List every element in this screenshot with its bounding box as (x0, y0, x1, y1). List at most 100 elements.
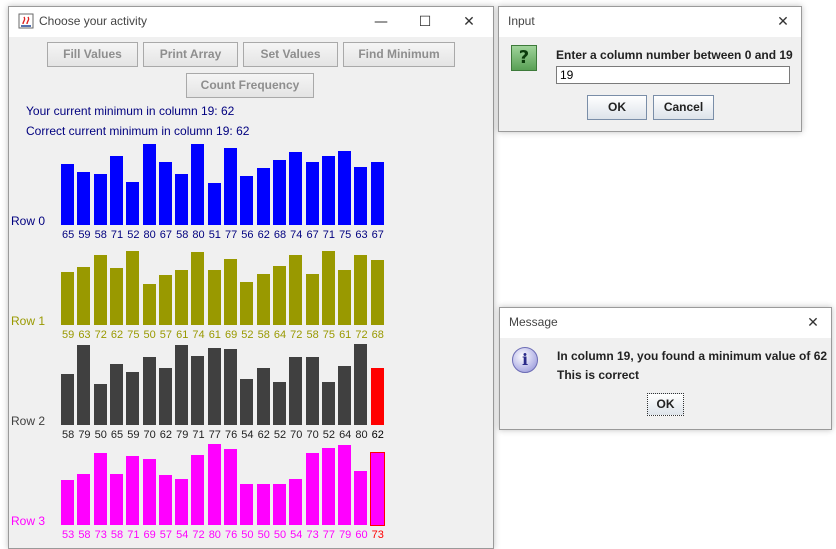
bar-row1-col14 (289, 255, 303, 325)
value-label: 61 (339, 329, 352, 341)
value-label: 58 (78, 529, 91, 541)
bar-row1-col8 (191, 252, 205, 325)
bar-row0-col1 (77, 172, 91, 225)
bar-row0-col14 (289, 152, 303, 225)
bar-row0-col19 (370, 162, 384, 225)
find-minimum-button[interactable]: Find Minimum (343, 42, 455, 67)
bar-row0-col0 (61, 164, 74, 225)
bar-row3-col12 (256, 484, 270, 525)
bar-row3-col4 (126, 456, 140, 525)
value-label: 62 (257, 229, 270, 241)
value-label: 62 (110, 329, 124, 341)
value-label: 69 (224, 329, 238, 341)
bar-row2-col5 (142, 357, 156, 425)
bar-row2-col1 (77, 345, 91, 425)
column-input-field[interactable]: 19 (556, 66, 790, 84)
value-label: 52 (322, 429, 336, 441)
input-close-icon[interactable]: ✕ (765, 7, 801, 37)
fill-values-button[interactable]: Fill Values (47, 42, 138, 67)
bar-row3-col8 (191, 455, 205, 525)
bar-row1-col13 (272, 266, 286, 325)
bar-row0-col15 (305, 162, 319, 225)
row-label-2: Row 2 (11, 414, 46, 428)
bar-row2-col19 (370, 368, 384, 425)
value-label: 50 (241, 529, 254, 541)
value-label: 54 (176, 529, 189, 541)
value-label: 74 (192, 329, 205, 341)
bar-row1-col3 (109, 268, 123, 325)
row3-values: 53 58 73 58 71 69 57 54 72 80 76 50 50 50 54 73 77 79 60 73 (60, 529, 386, 541)
value-label: 72 (192, 529, 205, 541)
value-label: 53 (62, 529, 75, 541)
row-label-3: Row 3 (11, 514, 46, 528)
bar-row3-col2 (93, 453, 107, 525)
value-label: 60 (355, 529, 368, 541)
message-dialog-titlebar[interactable]: Message ✕ (500, 308, 831, 338)
input-cancel-button[interactable]: Cancel (653, 95, 714, 120)
bar-row1-col9 (207, 270, 221, 325)
bar-row0-col18 (354, 167, 368, 225)
bar-row3-col18 (354, 471, 368, 525)
print-array-button[interactable]: Print Array (143, 42, 238, 67)
bar-row2-col18 (354, 344, 368, 425)
bar-row0-col11 (240, 176, 254, 225)
value-label: 74 (290, 229, 303, 241)
bar-row3-col10 (224, 449, 237, 525)
bar-row2-col4 (126, 372, 140, 425)
set-values-button[interactable]: Set Values (243, 42, 338, 67)
value-label: 50 (94, 429, 107, 441)
bar-row2-col9 (207, 348, 221, 425)
value-label: 52 (241, 329, 254, 341)
minimize-icon[interactable]: — (359, 7, 403, 37)
value-label: 58 (62, 429, 75, 441)
value-label: 75 (322, 329, 336, 341)
value-label: 58 (306, 329, 319, 341)
bar-row2-col6 (158, 368, 172, 425)
value-label: 76 (224, 429, 238, 441)
bar-row0-col16 (321, 156, 335, 225)
value-label: 70 (290, 429, 303, 441)
close-icon[interactable]: ✕ (447, 7, 491, 37)
bar-row1-col17 (338, 270, 352, 325)
input-ok-button[interactable]: OK (587, 95, 647, 120)
bar-row3-col7 (175, 479, 189, 525)
count-frequency-button[interactable]: Count Frequency (186, 73, 314, 98)
value-label: 68 (273, 229, 287, 241)
bar-row3-col1 (77, 474, 91, 525)
bar-row1-col15 (305, 274, 319, 325)
bar-row1-col0 (61, 272, 74, 325)
value-label: 71 (192, 429, 205, 441)
value-label: 79 (176, 429, 189, 441)
row-label-0: Row 0 (11, 214, 46, 228)
bar-row1-col5 (142, 284, 156, 325)
bar-row0-col2 (93, 174, 107, 225)
main-window-title: Choose your activity (39, 14, 148, 28)
bar-row1-col18 (354, 255, 368, 325)
value-label: 67 (159, 229, 173, 241)
message-close-icon[interactable]: ✕ (795, 308, 831, 338)
message-line-1: In column 19, you found a minimum value … (557, 349, 828, 363)
bar-row3-col15 (305, 453, 319, 525)
bar-row2-col2 (93, 384, 107, 425)
row2-values: 58 79 50 65 59 70 62 79 71 77 76 54 62 52 70 70 52 64 80 62 (60, 429, 386, 441)
value-label: 54 (290, 529, 303, 541)
value-label: 54 (241, 429, 254, 441)
value-label: 61 (176, 329, 189, 341)
message-ok-button[interactable]: OK (647, 393, 684, 416)
maximize-icon[interactable]: ☐ (403, 7, 447, 37)
bar-row2-col0 (61, 374, 74, 425)
value-label: 67 (306, 229, 319, 241)
value-label: 79 (78, 429, 91, 441)
question-icon: ? (511, 45, 537, 71)
bar-row0-col6 (158, 162, 172, 225)
value-label: 79 (339, 529, 352, 541)
bar-row3-col11 (240, 484, 254, 525)
main-titlebar[interactable]: Choose your activity — ☐ ✕ (9, 7, 493, 37)
value-label: 62 (257, 429, 270, 441)
bar-row0-col4 (126, 182, 140, 225)
input-dialog-titlebar[interactable]: Input ✕ (499, 7, 801, 37)
bar-row3-col13 (272, 484, 286, 525)
bar-row2-col3 (109, 364, 123, 425)
value-label: 58 (257, 329, 270, 341)
value-label: 65 (110, 429, 124, 441)
